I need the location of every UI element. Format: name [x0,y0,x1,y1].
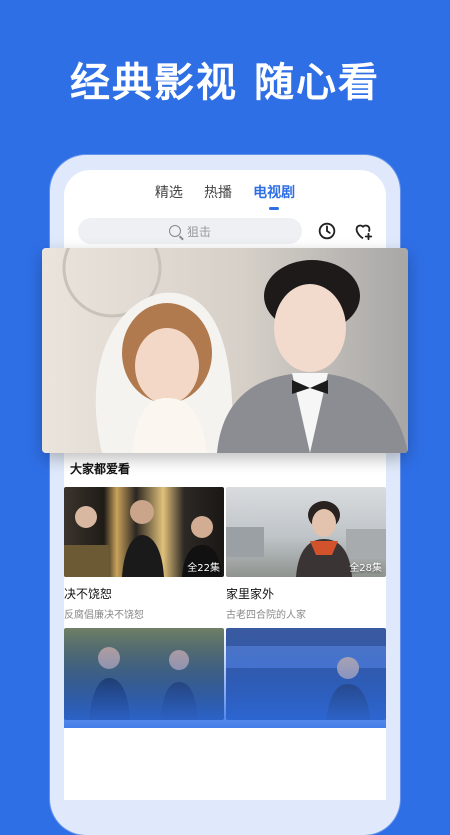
tab-tv-series[interactable]: 电视剧 [253,182,295,210]
card-subtitle: 反腐倡廉决不饶恕 [64,610,144,621]
video-thumbnail: 全28集 [226,487,386,577]
top-tabs: 精选 热播 电视剧 [64,182,386,210]
card-title: 决不饶恕 [64,587,113,601]
headline: 经典影视 随心看 [70,60,380,106]
video-card[interactable]: 全22集 决不饶恕 反腐倡廉决不饶恕 [64,487,224,621]
bottom-fade-overlay [64,628,386,728]
heart-add-icon[interactable] [352,220,374,242]
featured-banner[interactable] [42,248,408,453]
section-title: 大家都爱看 [70,462,131,476]
card-subtitle: 古老四合院的人家 [226,610,306,621]
search-placeholder: 狙击 [186,224,211,239]
episode-badge: 全28集 [349,563,382,574]
card-title: 家里家外 [226,587,275,601]
search-icon [168,225,181,237]
history-clock-icon[interactable] [316,220,338,242]
video-thumbnail: 全22集 [64,487,224,577]
tab-featured[interactable]: 精选 [155,182,183,202]
tab-trending[interactable]: 热播 [204,182,232,202]
episode-badge: 全22集 [187,563,220,574]
banner-image [42,248,408,453]
search-bar[interactable]: 狙击 [78,218,302,244]
video-card[interactable]: 全28集 家里家外 古老四合院的人家 [226,487,386,621]
